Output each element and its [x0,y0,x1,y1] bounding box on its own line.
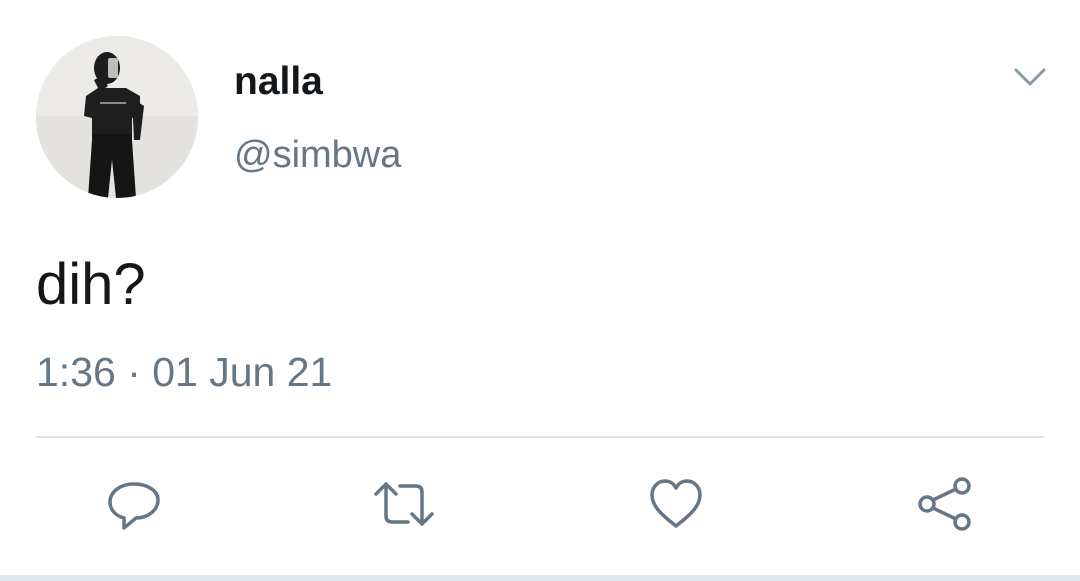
retweet-button[interactable] [372,472,436,536]
avatar[interactable] [36,36,198,198]
like-button[interactable] [644,472,708,536]
retweet-icon [374,482,434,526]
heart-icon [650,479,702,528]
reply-icon [108,482,160,530]
author-handle[interactable]: @simbwa [234,131,401,179]
share-icon [918,477,971,531]
chevron-down-icon[interactable] [1010,62,1050,94]
tweet-timestamp[interactable]: 1:36 · 01 Jun 21 [36,346,332,398]
bottom-divider [0,575,1080,581]
share-button[interactable] [912,472,976,536]
avatar-photo [36,36,198,198]
tweet-text: dih? [36,252,146,317]
divider [36,436,1044,438]
reply-button[interactable] [102,472,166,536]
author-display-name[interactable]: nalla [234,58,323,106]
